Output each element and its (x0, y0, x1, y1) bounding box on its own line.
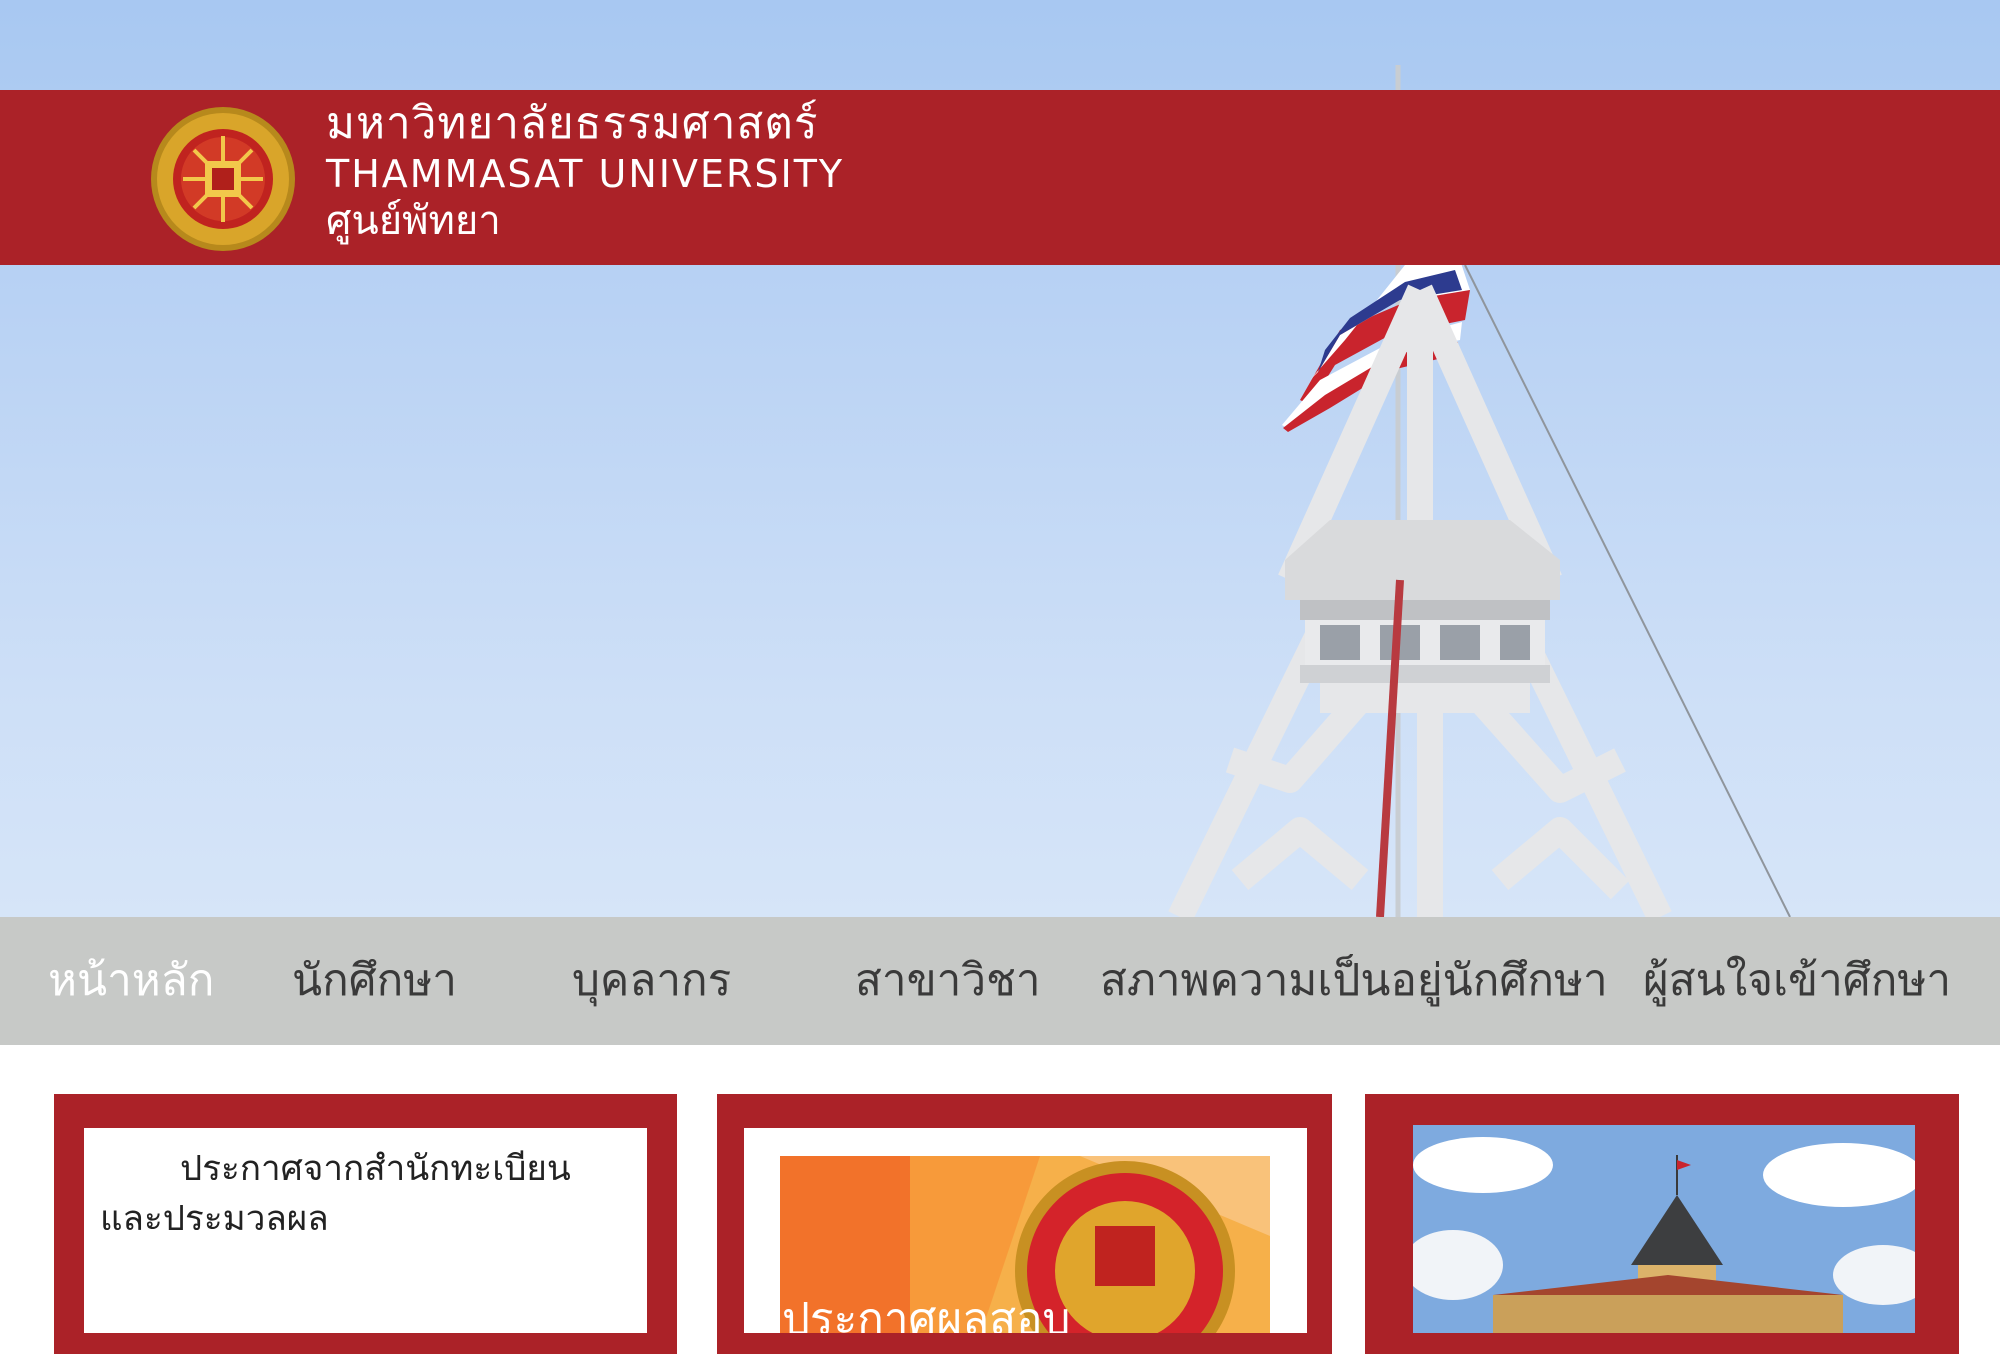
main-nav: หน้าหลัก นักศึกษา บุคลากร สาขาวิชา สภาพค… (0, 917, 2000, 1045)
announcement-card-body: ประกาศผลสอบ (744, 1128, 1307, 1333)
announcement-image[interactable]: ประกาศผลสอบ (780, 1156, 1270, 1333)
nav-item-prospective[interactable]: ผู้สนใจเข้าศึกษา (1643, 917, 1951, 1045)
nav-item-programs[interactable]: สาขาวิชา (855, 917, 1041, 1045)
campus-name: ศูนย์พัทยา (326, 198, 501, 244)
notice-card[interactable]: ประกาศจากสำนักทะเบียนและประมวลผล (54, 1094, 677, 1354)
campus-photo-card[interactable] (1365, 1094, 1959, 1354)
announcement-caption: ประกาศผลสอบ (782, 1294, 1070, 1333)
university-thai-name: มหาวิทยาลัยธรรมศาสตร์ (326, 98, 819, 149)
university-english-name: THAMMASAT UNIVERSITY (326, 152, 845, 196)
notice-card-body: ประกาศจากสำนักทะเบียนและประมวลผล (84, 1128, 647, 1333)
notice-text[interactable]: ประกาศจากสำนักทะเบียนและประมวลผล (100, 1144, 631, 1244)
campus-building-image[interactable] (1413, 1125, 1915, 1333)
nav-item-home[interactable]: หน้าหลัก (48, 917, 214, 1045)
nav-item-student-life[interactable]: สภาพความเป็นอยู่นักศึกษา (1100, 917, 1608, 1045)
brand-title: มหาวิทยาลัยธรรมศาสตร์ THAMMASAT UNIVERSI… (326, 96, 844, 246)
university-seal-icon[interactable] (150, 106, 296, 252)
announcement-card[interactable]: ประกาศผลสอบ (717, 1094, 1332, 1354)
campus-photo-body (1413, 1125, 1915, 1333)
tower-platform (1285, 520, 1560, 713)
nav-item-students[interactable]: นักศึกษา (292, 917, 457, 1045)
nav-item-staff[interactable]: บุคลากร (572, 917, 731, 1045)
header-band (0, 90, 2000, 265)
